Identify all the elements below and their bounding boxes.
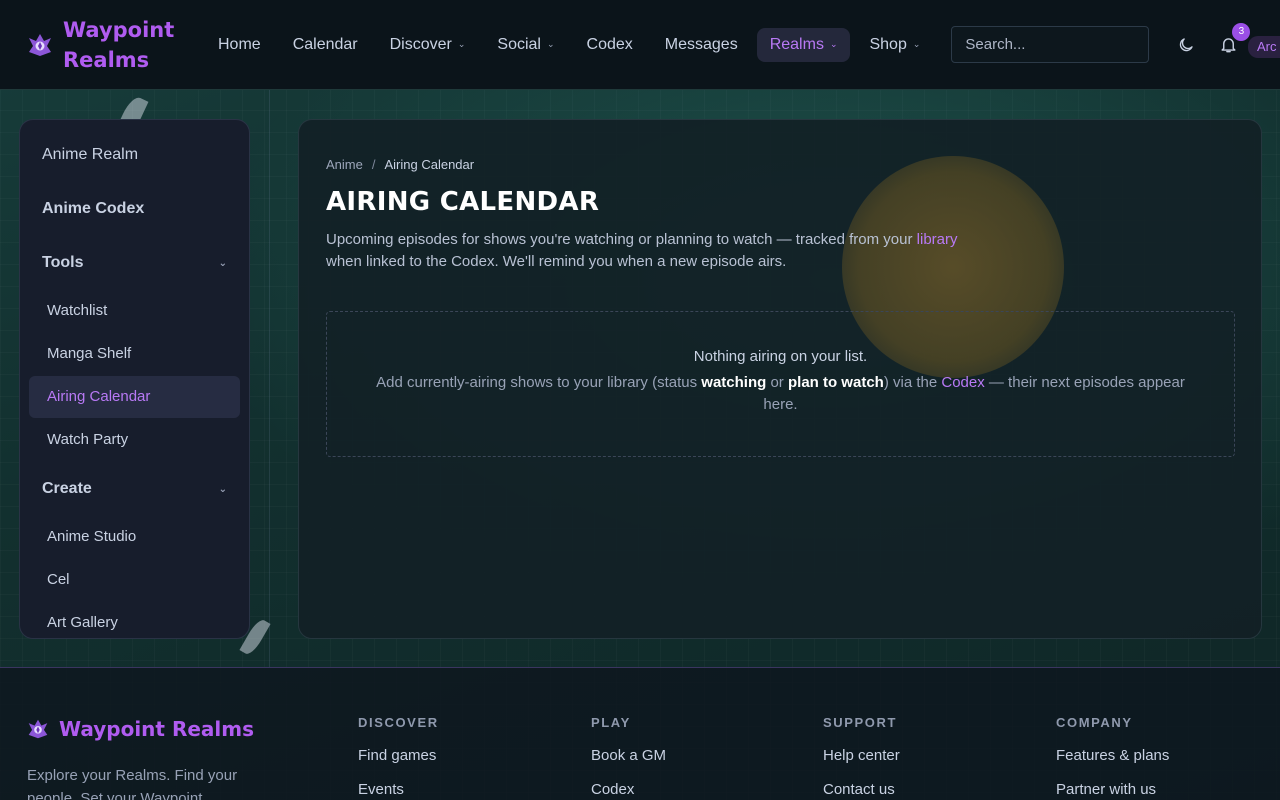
footer-column-title: COMPANY xyxy=(1056,715,1133,730)
brand-name: Waypoint Realms xyxy=(63,17,175,72)
empty-text: Add currently-airing shows to your libra… xyxy=(376,374,702,391)
footer-link[interactable]: Contact us xyxy=(823,781,900,798)
site-footer: Waypoint Realms Explore your Realms. Fin… xyxy=(0,667,1280,800)
footer-link[interactable]: Codex xyxy=(591,781,666,798)
realm-sidebar: Anime Realm Anime Codex Tools ⌄ Watchlis… xyxy=(19,119,250,639)
search-input[interactable] xyxy=(951,26,1150,63)
footer-column-title: PLAY xyxy=(591,715,631,730)
footer-column-discover: DISCOVER Find games Events xyxy=(358,715,439,798)
page-title: AIRING CALENDAR xyxy=(326,187,600,217)
sidebar-section-title: Create xyxy=(42,480,92,497)
nav-item-label: Social xyxy=(497,35,541,53)
moon-icon xyxy=(1180,37,1194,51)
status-watching: watching xyxy=(701,374,767,391)
empty-state: Nothing airing on your list. Add current… xyxy=(326,311,1235,457)
sidebar-section-title: Tools xyxy=(42,254,84,271)
chevron-down-icon: ⌄ xyxy=(912,39,921,49)
nav-item-social[interactable]: Social ⌄ xyxy=(484,28,567,62)
empty-text: or xyxy=(766,374,788,391)
footer-link[interactable]: Events xyxy=(358,781,439,798)
notification-count-badge: 3 xyxy=(1232,22,1251,41)
chevron-down-icon: ⌄ xyxy=(457,39,466,49)
nav-item-label: Shop xyxy=(869,35,907,53)
sidebar-item-art-gallery[interactable]: Art Gallery xyxy=(29,602,240,644)
sidebar-item-watch-party[interactable]: Watch Party xyxy=(29,419,240,461)
footer-column-company: COMPANY Features & plans Partner with us xyxy=(1056,715,1169,798)
nav-item-label: Home xyxy=(218,35,261,53)
footer-tagline: Explore your Realms. Find your people. S… xyxy=(27,767,238,800)
sidebar-item-watchlist[interactable]: Watchlist xyxy=(29,290,240,332)
footer-column-support: SUPPORT Help center Contact us xyxy=(823,715,900,798)
status-plan-to-watch: plan to watch xyxy=(787,374,884,391)
main-nav: Home Calendar Discover ⌄ Social ⌄ Codex Message… xyxy=(205,27,939,62)
description-text: Upcoming episodes for shows you're watch… xyxy=(326,231,917,248)
sidebar-item-cel[interactable]: Cel xyxy=(29,559,240,601)
sidebar-item-label: Anime Codex xyxy=(42,200,145,217)
sidebar-item-airing-calendar[interactable]: Airing Calendar xyxy=(29,376,240,418)
nav-item-codex[interactable]: Codex xyxy=(574,28,646,62)
theme-toggle-button[interactable] xyxy=(1175,34,1197,56)
brand[interactable]: Waypoint Realms xyxy=(27,15,197,75)
footer-column-title: SUPPORT xyxy=(823,715,898,730)
nav-item-messages[interactable]: Messages xyxy=(652,28,751,62)
breadcrumb-separator: / xyxy=(371,157,376,172)
footer-column-play: PLAY Book a GM Codex xyxy=(591,715,666,798)
sidebar-section-create[interactable]: Create ⌄ xyxy=(20,462,249,516)
sidebar-section-tools[interactable]: Tools ⌄ xyxy=(20,236,249,290)
nav-item-calendar[interactable]: Calendar xyxy=(280,28,371,62)
sidebar-item-anime-realm[interactable]: Anime Realm xyxy=(20,128,249,182)
page-description: Upcoming episodes for shows you're watch… xyxy=(326,229,986,273)
notifications-button[interactable]: 3 xyxy=(1217,22,1251,56)
nav-item-label: Codex xyxy=(586,35,633,53)
nav-item-label: Calendar xyxy=(292,35,358,53)
empty-state-title: Nothing airing on your list. xyxy=(693,348,868,365)
codex-link[interactable]: Codex xyxy=(941,374,984,391)
footer-brand[interactable]: Waypoint Realms xyxy=(27,717,254,741)
footer-link[interactable]: Book a GM xyxy=(591,747,666,764)
breadcrumb: Anime / Airing Calendar xyxy=(326,157,1234,172)
chevron-down-icon: ⌄ xyxy=(218,257,227,269)
footer-link[interactable]: Partner with us xyxy=(1056,781,1169,798)
footer-link[interactable]: Features & plans xyxy=(1056,747,1169,764)
chevron-down-icon: ⌄ xyxy=(218,483,227,495)
nav-item-home[interactable]: Home xyxy=(205,28,274,62)
user-menu-button[interactable]: Arc xyxy=(1248,36,1280,58)
footer-brand-name: Waypoint Realms xyxy=(59,717,254,741)
footer-column-title: DISCOVER xyxy=(358,715,439,730)
description-text: when linked to the Codex. We'll remind y… xyxy=(326,253,787,270)
chevron-down-icon: ⌄ xyxy=(829,39,838,49)
nav-item-label: Discover xyxy=(389,35,452,53)
empty-text: ) via the xyxy=(883,374,942,391)
chevron-down-icon: ⌄ xyxy=(546,39,555,49)
footer-link[interactable]: Help center xyxy=(823,747,900,764)
sidebar-item-anime-codex[interactable]: Anime Codex xyxy=(20,182,249,236)
breadcrumb-current: Airing Calendar xyxy=(384,157,475,172)
empty-state-body: Add currently-airing shows to your libra… xyxy=(371,372,1191,416)
breadcrumb-parent[interactable]: Anime xyxy=(326,157,363,172)
nav-item-realms[interactable]: Realms ⌄ xyxy=(756,27,851,62)
layout-divider xyxy=(269,90,270,668)
sidebar-item-label: Anime Realm xyxy=(42,146,139,163)
main-panel: Anime / Airing Calendar AIRING CALENDAR … xyxy=(298,119,1262,639)
waypoint-logo-icon xyxy=(28,719,48,739)
nav-item-discover[interactable]: Discover ⌄ xyxy=(377,28,479,62)
top-navigation-bar: Waypoint Realms Home Calendar Discover ⌄ Soc… xyxy=(0,0,1280,90)
waypoint-logo-icon xyxy=(29,33,51,56)
sidebar-item-anime-studio[interactable]: Anime Studio xyxy=(29,516,240,558)
nav-item-shop[interactable]: Shop ⌄ xyxy=(856,28,933,62)
nav-item-label: Realms xyxy=(769,35,824,53)
library-link[interactable]: library xyxy=(917,231,958,248)
nav-item-label: Messages xyxy=(664,35,738,53)
sidebar-item-manga-shelf[interactable]: Manga Shelf xyxy=(29,333,240,375)
footer-link[interactable]: Find games xyxy=(358,747,439,764)
